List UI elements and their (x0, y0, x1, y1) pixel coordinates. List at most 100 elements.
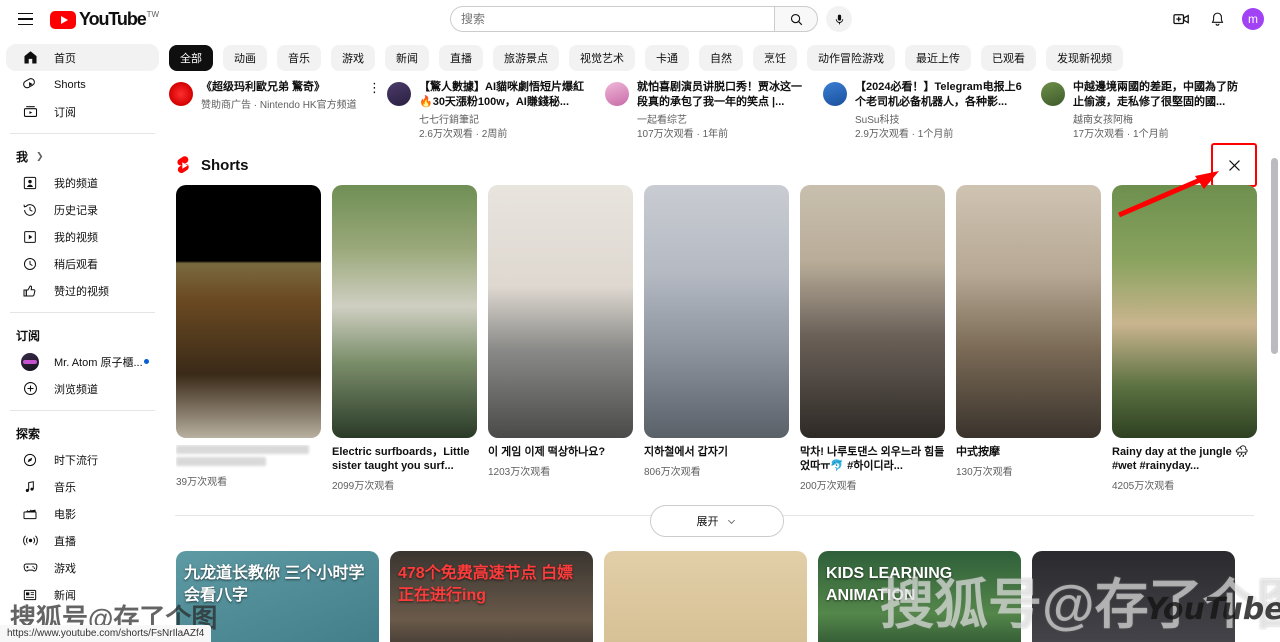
video-thumbnail[interactable] (604, 551, 807, 642)
filter-chip[interactable]: 直播 (439, 45, 483, 71)
shorts-thumbnail[interactable] (644, 185, 789, 438)
video-card[interactable]: 就怕喜剧演员讲脱口秀！贾冰这一段真的承包了我一年的笑点 |... 一起看综艺 107… (605, 80, 823, 142)
sidebar-item-my-videos[interactable]: 我的视频 (6, 223, 159, 250)
search-box[interactable] (450, 6, 774, 32)
sidebar-item-live[interactable]: 直播 (6, 527, 159, 554)
video-thumbnail[interactable]: KIDS LEARNING ANIMATION (818, 551, 1021, 642)
avatar[interactable]: m (1242, 8, 1264, 30)
shorts-close-button[interactable] (1215, 146, 1253, 184)
sidebar-item-watch-later[interactable]: 稍后观看 (6, 250, 159, 277)
video-title[interactable]: 就怕喜剧演员讲脱口秀！贾冰这一段真的承包了我一年的笑点 |... (637, 80, 811, 110)
filter-chip[interactable]: 全部 (169, 45, 213, 71)
shorts-title[interactable]: Rainy day at the jungle 🌧 #wet #rainyday… (1112, 445, 1257, 473)
filter-chip[interactable]: 已观看 (981, 45, 1036, 71)
channel-avatar[interactable] (1041, 82, 1065, 106)
video-card[interactable]: 【2024必看！】Telegram电报上6个老司机必备机器人，各种影... SuS… (823, 80, 1041, 142)
shorts-card[interactable]: 이 게임 이제 떡상하나요? 1203万次观看 (488, 185, 633, 492)
shorts-title[interactable]: Electric surfboards，Little sister taught… (332, 445, 477, 473)
video-thumbnail[interactable]: 478个免费高速节点 白嫖正在进行ing (390, 551, 593, 642)
shorts-card[interactable]: 지하철에서 갑자기 806万次观看 (644, 185, 789, 492)
shorts-title[interactable]: 이 게임 이제 떡상하나요? (488, 445, 633, 459)
create-video-icon[interactable] (1170, 8, 1192, 30)
filter-chip[interactable]: 烹饪 (753, 45, 797, 71)
filter-chips-bar[interactable]: 全部 动画 音乐 游戏 新闻 直播 旅游景点 视觉艺术 卡通 自然 烹饪 动作冒险游戏 最近上传 已观看发… (165, 38, 1268, 78)
sidebar-item-history[interactable]: 历史记录 (6, 196, 159, 223)
shorts-thumbnail[interactable] (332, 185, 477, 438)
sidebar-item-channel-mr-atom[interactable]: Mr. Atom 原子櫃... (6, 348, 159, 375)
channel-avatar[interactable] (169, 82, 193, 106)
search-button[interactable] (774, 6, 818, 32)
video-menu-icon[interactable]: ⋮ (368, 81, 381, 94)
shorts-card[interactable]: 막차! 나루토댄스 외우느라 힘들었따ㅠ🐬 #하이디라... 200万次观看 (800, 185, 945, 492)
shorts-card[interactable]: 39万次观看 (176, 185, 321, 492)
video-card[interactable]: 《超级玛利歐兄弟 驚奇》 赞助商广告 · Nintendo HK官方频道 ⋮ (169, 80, 387, 142)
filter-chip[interactable]: 新闻 (385, 45, 429, 71)
video-channel[interactable]: 七七行銷筆記 (419, 114, 593, 128)
video-channel[interactable]: 越南女孩阿梅 (1073, 114, 1247, 128)
sidebar-item-label: 稍后观看 (54, 258, 98, 271)
shorts-title[interactable]: 지하철에서 갑자기 (644, 445, 789, 459)
shorts-thumbnail[interactable] (176, 185, 321, 438)
filter-chip[interactable]: 旅游景点 (493, 45, 559, 71)
sidebar-item-liked-videos[interactable]: 赞过的视频 (6, 277, 159, 304)
filter-chip[interactable]: 视觉艺术 (569, 45, 635, 71)
sidebar-section-you[interactable]: 我 ❯ (0, 142, 165, 169)
video-channel[interactable]: SuSu科技 (855, 114, 1029, 128)
scrollbar-thumb[interactable] (1271, 158, 1278, 354)
voice-search-button[interactable] (826, 6, 852, 32)
sidebar-item-music[interactable]: 音乐 (6, 473, 159, 500)
filter-chip[interactable]: 发现新视频 (1046, 45, 1123, 71)
sidebar-item-home[interactable]: 首页 (6, 44, 159, 71)
sidebar-item-my-channel[interactable]: 我的频道 (6, 169, 159, 196)
shorts-thumbnail[interactable] (488, 185, 633, 438)
channel-avatar[interactable] (605, 82, 629, 106)
page-scrollbar[interactable] (1268, 38, 1280, 642)
video-card[interactable]: 中越邊境兩國的差距，中國為了防止偷渡，走私修了很堅固的國... 越南女孩阿梅 17万… (1041, 80, 1259, 142)
sidebar-item-gaming[interactable]: 游戏 (6, 554, 159, 581)
video-title[interactable]: 《超级玛利歐兄弟 驚奇》 (201, 80, 357, 95)
filter-chip[interactable]: 音乐 (277, 45, 321, 71)
bell-icon[interactable] (1206, 8, 1228, 30)
video-stats: 2.6万次观看 · 2周前 (419, 129, 508, 140)
sidebar-item-news[interactable]: 新闻 (6, 581, 159, 608)
filter-chip[interactable]: 卡通 (645, 45, 689, 71)
shorts-thumbnail[interactable] (800, 185, 945, 438)
shorts-thumbnail[interactable] (956, 185, 1101, 438)
video-card[interactable] (1032, 551, 1235, 642)
shorts-views: 200万次观看 (800, 481, 857, 492)
filter-chip[interactable]: 自然 (699, 45, 743, 71)
filter-chip[interactable]: 动作冒险游戏 (807, 45, 895, 71)
sidebar-item-shorts[interactable]: Shorts (6, 71, 159, 98)
video-card[interactable] (604, 551, 807, 642)
shorts-title[interactable]: 中式按摩 (956, 445, 1101, 459)
video-channel[interactable]: 赞助商广告 · Nintendo HK官方频道 (201, 99, 357, 113)
video-channel[interactable]: 一起看综艺 (637, 114, 811, 128)
channel-avatar[interactable] (823, 82, 847, 106)
youtube-logo[interactable]: YouTube TW (50, 9, 159, 29)
video-card[interactable]: 478个免费高速节点 白嫖正在进行ing (390, 551, 593, 642)
shorts-title[interactable] (176, 445, 321, 469)
video-thumbnail[interactable] (1032, 551, 1235, 642)
expand-shorts-button[interactable]: 展开 (649, 505, 784, 537)
sidebar-item-browse-channels[interactable]: 浏览频道 (6, 375, 159, 402)
shorts-title[interactable]: 막차! 나루토댄스 외우느라 힘들었따ㅠ🐬 #하이디라... (800, 445, 945, 473)
shorts-card[interactable]: 中式按摩 130万次观看 (956, 185, 1101, 492)
sidebar-item-subscriptions[interactable]: 订阅 (6, 98, 159, 125)
video-title[interactable]: 【2024必看！】Telegram电报上6个老司机必备机器人，各种影... (855, 80, 1029, 110)
shorts-card[interactable]: Rainy day at the jungle 🌧 #wet #rainyday… (1112, 185, 1257, 492)
filter-chip[interactable]: 最近上传 (905, 45, 971, 71)
video-card[interactable]: 【驚人數據】AI貓咪劇悟短片爆紅🔥30天漲粉100w，AI賺錢秘... 七七行銷筆… (387, 80, 605, 142)
shorts-thumbnail[interactable] (1112, 185, 1257, 438)
video-card[interactable]: KIDS LEARNING ANIMATION (818, 551, 1021, 642)
filter-chip[interactable]: 游戏 (331, 45, 375, 71)
video-title[interactable]: 中越邊境兩國的差距，中國為了防止偷渡，走私修了很堅固的國... (1073, 80, 1247, 110)
search-input[interactable] (461, 12, 764, 26)
video-title[interactable]: 【驚人數據】AI貓咪劇悟短片爆紅🔥30天漲粉100w，AI賺錢秘... (419, 80, 593, 110)
sidebar-item-movies[interactable]: 电影 (6, 500, 159, 527)
sidebar-item-trending[interactable]: 时下流行 (6, 446, 159, 473)
filter-chip[interactable]: 动画 (223, 45, 267, 71)
shorts-card[interactable]: Electric surfboards，Little sister taught… (332, 185, 477, 492)
channel-avatar (18, 352, 42, 371)
channel-avatar[interactable] (387, 82, 411, 106)
hamburger-icon[interactable] (12, 6, 38, 32)
